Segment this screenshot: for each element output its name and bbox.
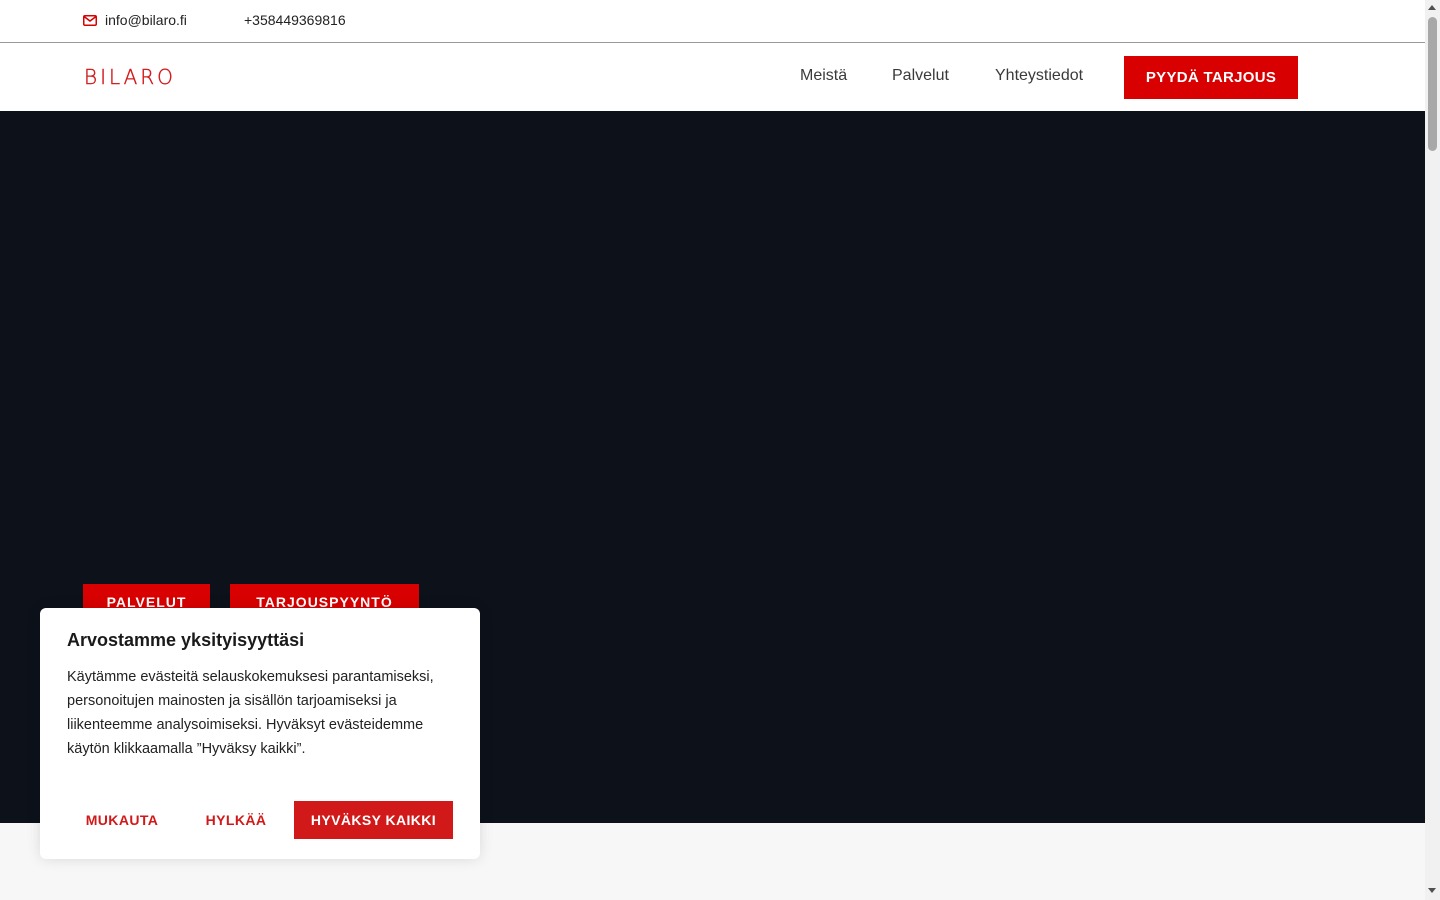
cookie-consent-dialog: Arvostamme yksityisyyttäsi Käytämme eväs… — [40, 608, 480, 859]
site-header: BILARO Meistä Palvelut Yhteystiedot PYYD… — [0, 43, 1425, 111]
request-quote-button[interactable]: PYYDÄ TARJOUS — [1124, 56, 1298, 99]
scroll-up-icon[interactable] — [1428, 5, 1436, 10]
email-text: info@bilaro.fi — [105, 12, 187, 28]
email-link[interactable]: info@bilaro.fi — [83, 12, 187, 28]
phone-link[interactable]: +358449369816 — [244, 12, 346, 28]
cookie-description: Käytämme evästeitä selauskokemuksesi par… — [67, 669, 434, 757]
cookie-accept-all-button[interactable]: HYVÄKSY KAIKKI — [294, 801, 453, 839]
cookie-reject-button[interactable]: HYLKÄÄ — [190, 801, 282, 839]
nav-item-yhteystiedot[interactable]: Yhteystiedot — [995, 67, 1083, 85]
nav-item-palvelut[interactable]: Palvelut — [892, 67, 949, 85]
scrollbar-thumb[interactable] — [1428, 17, 1437, 151]
mail-icon — [83, 14, 97, 26]
top-contact-bar: info@bilaro.fi +358449369816 — [0, 0, 1425, 43]
cookie-customize-button[interactable]: MUKAUTA — [67, 801, 177, 839]
scroll-down-icon[interactable] — [1428, 888, 1436, 893]
bilaro-logo[interactable]: BILARO — [84, 65, 176, 89]
cookie-title: Arvostamme yksityisyyttäsi — [67, 630, 305, 650]
nav-item-meista[interactable]: Meistä — [800, 67, 847, 85]
page-scrollbar[interactable] — [1425, 0, 1440, 900]
